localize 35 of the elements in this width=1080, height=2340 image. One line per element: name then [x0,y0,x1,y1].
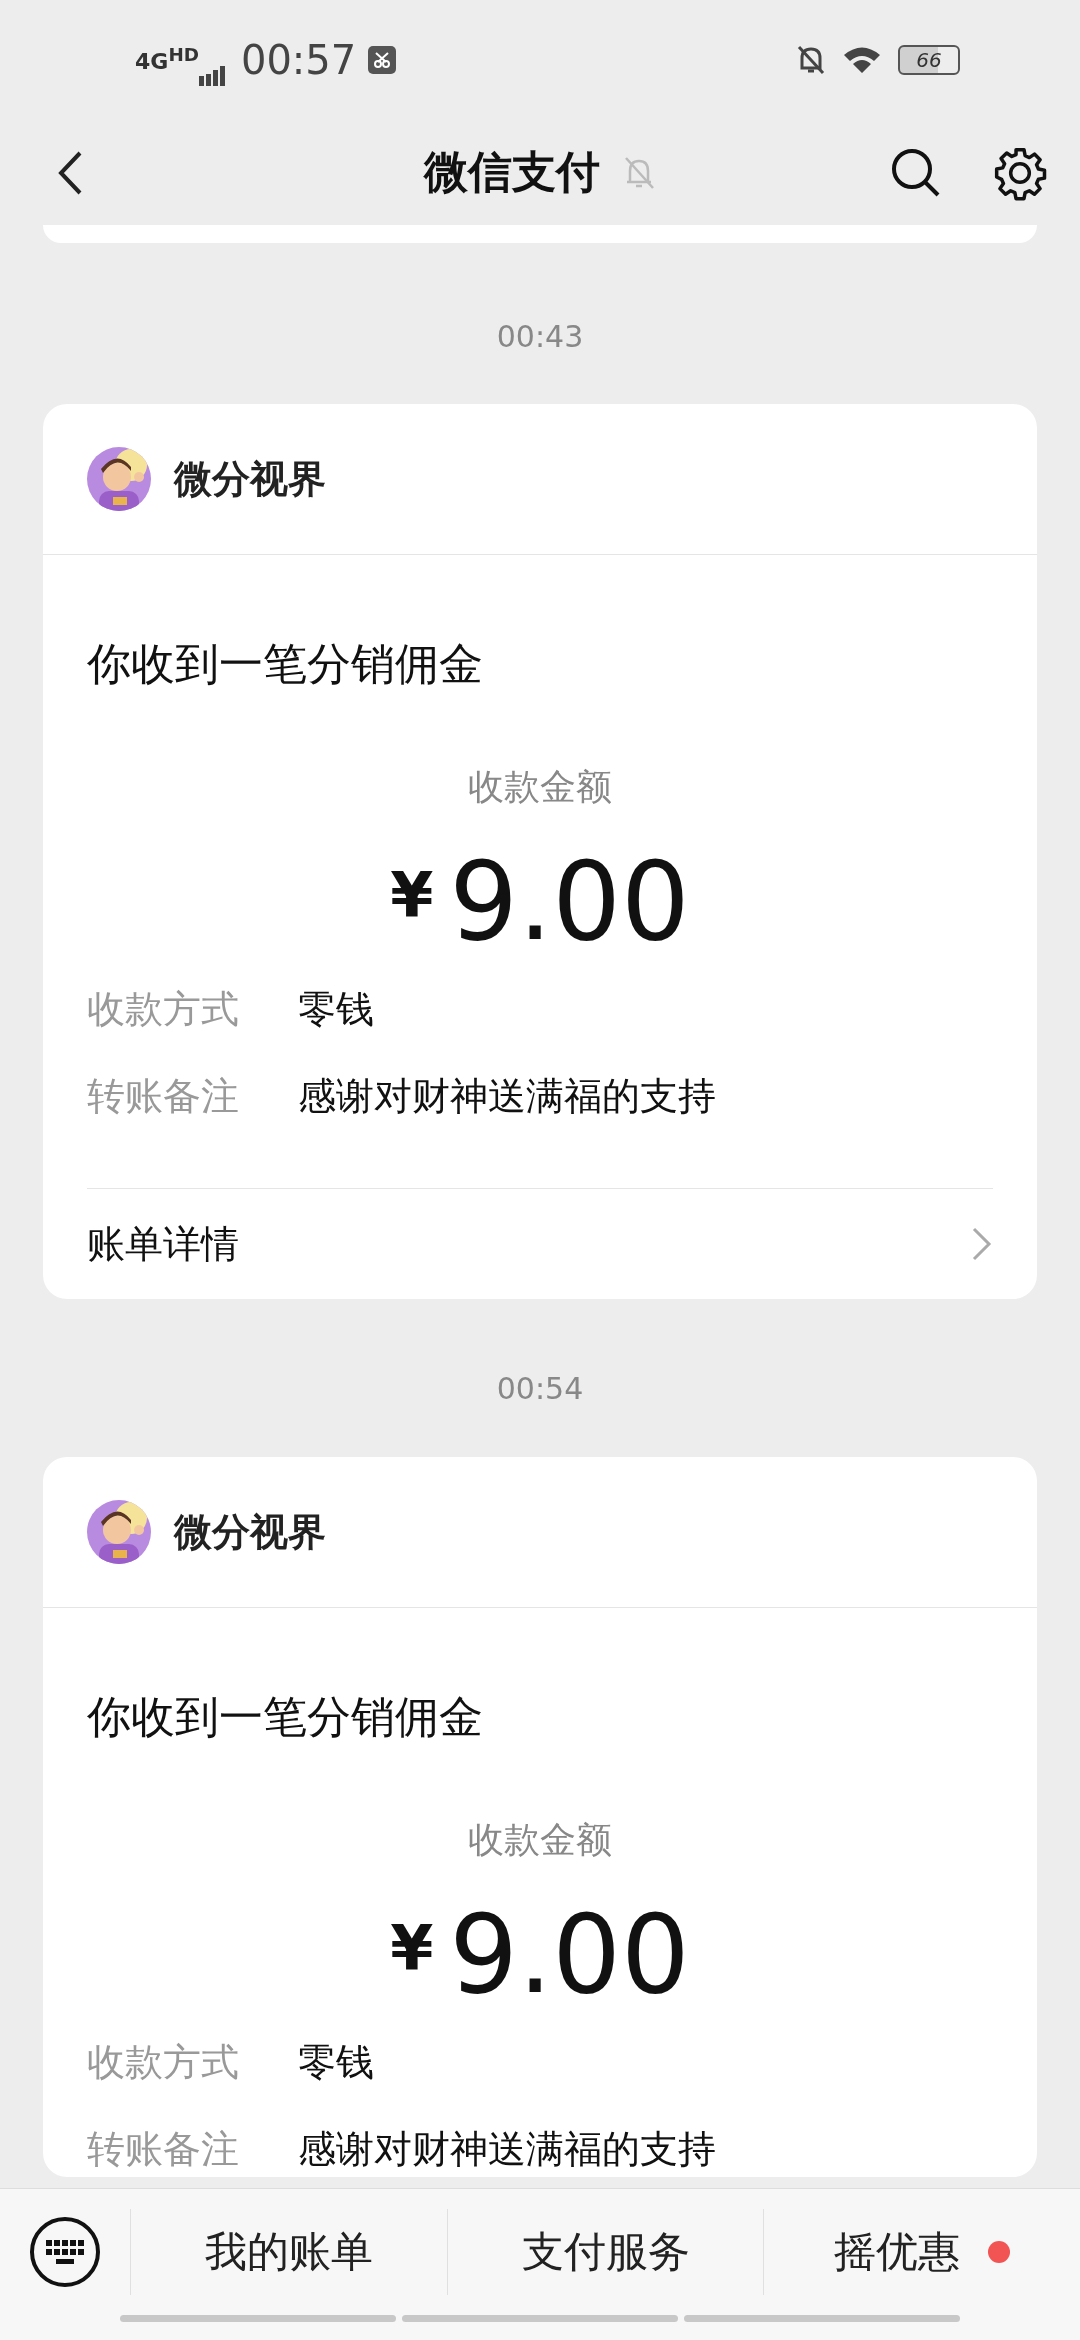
message-title: 你收到一笔分销佣金 [87,637,484,691]
amount-label: 收款金额 [468,765,612,809]
keyboard-icon [29,2216,101,2288]
sender-name: 微分视界 [174,1508,326,1556]
currency-symbol: ¥ [390,1918,434,1980]
field-label: 转账备注 [87,1073,240,1120]
field-label: 转账备注 [87,2126,240,2173]
wifi-icon [842,45,882,75]
field-value: 零钱 [298,2039,374,2086]
status-time: 00:57 [240,37,357,83]
bell-off-icon [796,44,826,76]
amount: 9.00 [449,1900,690,2010]
bill-details-link[interactable]: 账单详情 [87,1189,993,1299]
battery-icon: 66 [898,45,960,75]
currency-symbol: ¥ [390,865,434,927]
field-value: 零钱 [298,986,374,1033]
menu-tab[interactable]: 我的账单 [130,2209,447,2295]
back-icon [57,149,83,196]
signal-icon [198,64,227,86]
amount: 9.00 [449,847,690,957]
message-title: 你收到一笔分销佣金 [87,1690,484,1744]
screenshot-icon [368,46,397,74]
menu-tab[interactable]: 支付服务 [446,2209,764,2295]
field-value: 感谢对财神送满福的支持 [298,2126,716,2173]
network-indicator: 4G$^{HD}$ [135,46,199,74]
chevron-right-icon [971,1226,993,1262]
field-label: 收款方式 [87,2039,240,2086]
timestamp: 00:43 [496,318,584,356]
page-title: 微信支付 [424,145,600,199]
amount-label: 收款金额 [468,1818,612,1862]
field-value: 感谢对财神送满福的支持 [298,1073,716,1120]
menu-tab[interactable]: 摇优惠 [763,2209,1080,2295]
field-label: 收款方式 [87,986,240,1033]
timestamp: 00:54 [496,1370,584,1408]
sender-name: 微分视界 [174,455,326,503]
